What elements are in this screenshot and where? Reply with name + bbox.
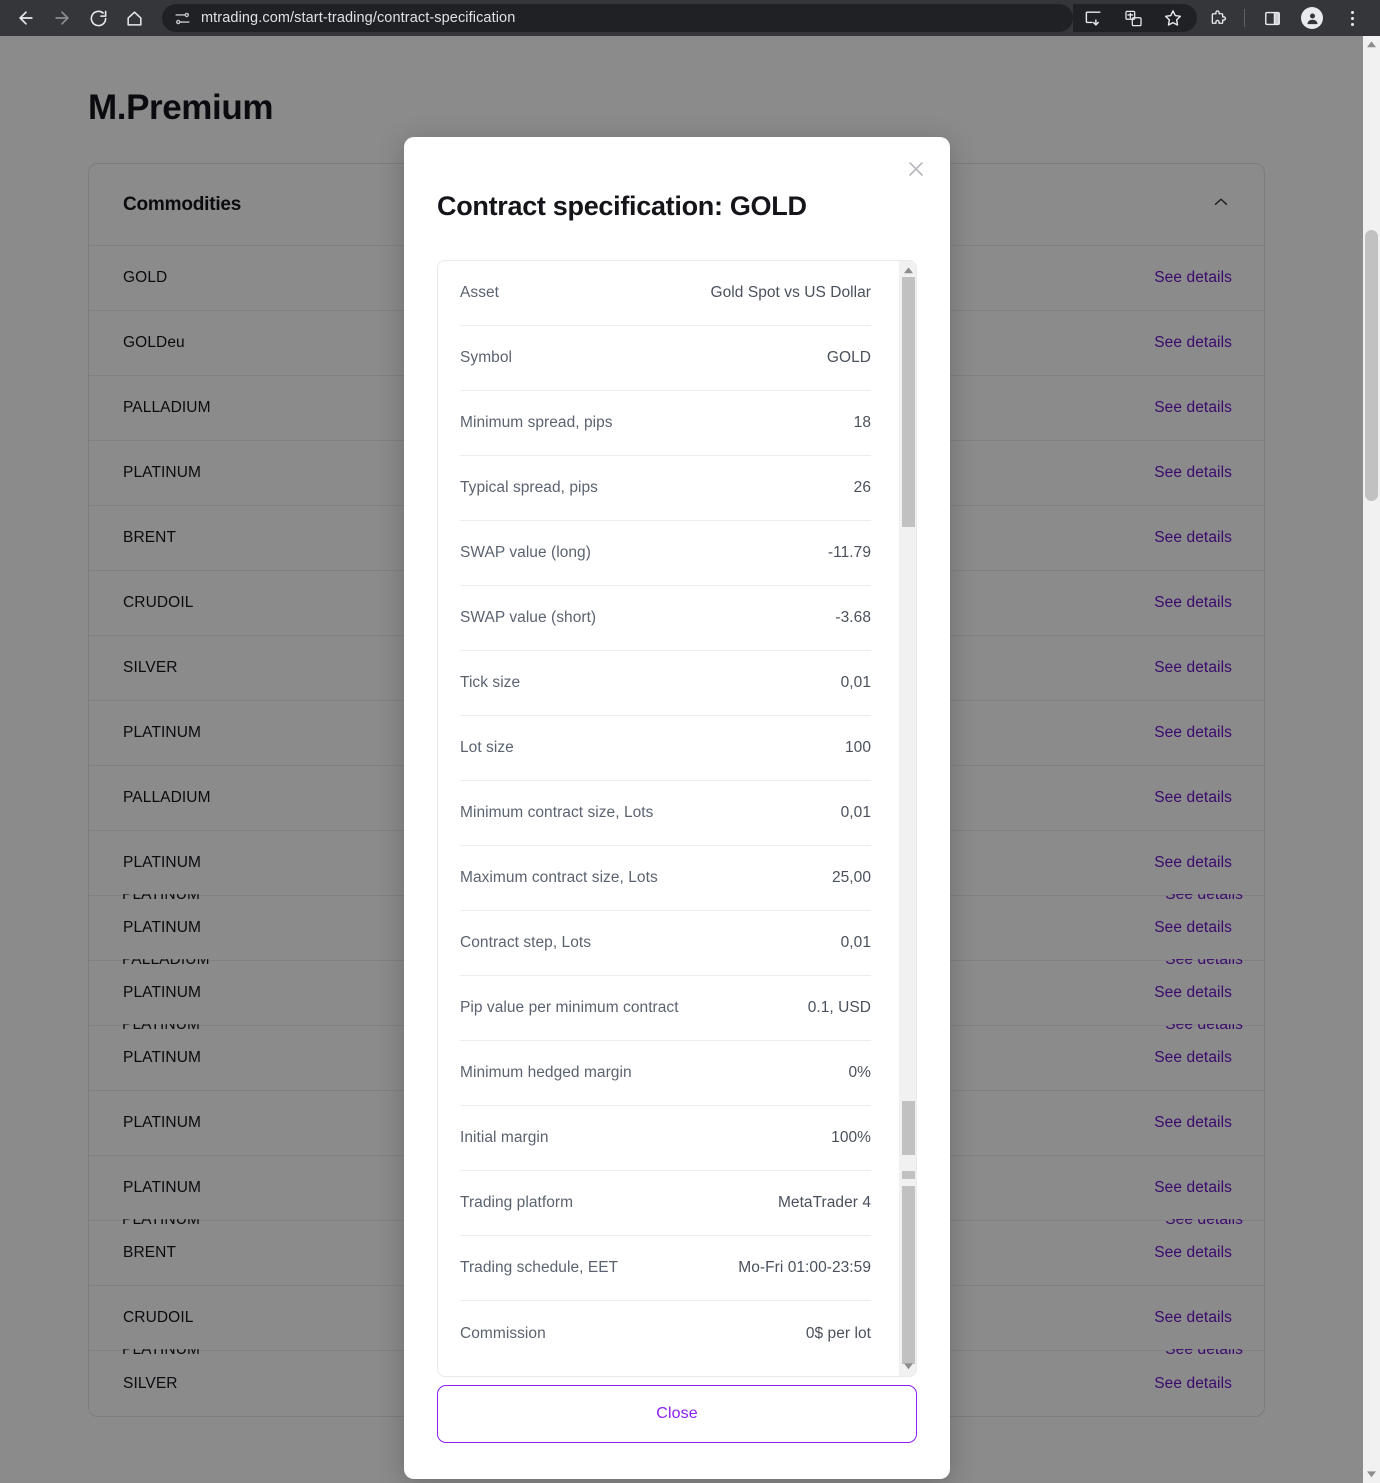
spec-value: 0,01 <box>840 934 871 951</box>
spec-value: 0,01 <box>840 674 871 691</box>
profile-avatar-icon[interactable] <box>1297 3 1327 33</box>
side-panel-icon[interactable] <box>1257 3 1287 33</box>
scrollbar-thumb-ghost-a[interactable] <box>902 1101 915 1155</box>
spec-label: Contract step, Lots <box>460 934 592 951</box>
three-dot-menu-icon[interactable] <box>1337 3 1367 33</box>
spec-label: Symbol <box>460 349 512 366</box>
spec-label: Commission <box>460 1324 546 1342</box>
spec-value: 26 <box>853 479 871 496</box>
forward-arrow-icon[interactable] <box>47 3 77 33</box>
spec-label: Minimum contract size, Lots <box>460 804 654 821</box>
modal-title: Contract specification: GOLD <box>437 191 807 221</box>
spec-value: 0% <box>848 1064 871 1081</box>
spec-label: Maximum contract size, Lots <box>460 869 658 886</box>
spec-row: Pip value per minimum contract 0.1, USD <box>460 976 871 1041</box>
spec-value: -3.68 <box>835 609 871 626</box>
page-scroll-down-icon[interactable] <box>1363 1466 1380 1483</box>
page-scroll-up-icon[interactable] <box>1363 36 1380 53</box>
scrollbar-thumb-ghost-b[interactable] <box>902 1171 915 1179</box>
page-viewport: M.Premium Commodities GOLD See details GOL… <box>0 36 1363 1483</box>
spec-row: Trading platform MetaTrader 4 <box>460 1171 871 1236</box>
scroll-down-arrow-icon[interactable] <box>900 1359 916 1374</box>
scroll-up-arrow-icon[interactable] <box>900 263 916 278</box>
address-bar[interactable]: mtrading.com/start-trading/contract-spec… <box>162 4 1073 32</box>
spec-label: Trading schedule, EET <box>460 1259 619 1276</box>
specification-rows: Asset Gold Spot vs US Dollar Symbol GOLD Min… <box>438 261 893 1366</box>
spec-label: Lot size <box>460 739 514 756</box>
specification-scrollbar[interactable] <box>899 261 916 1376</box>
back-arrow-icon[interactable] <box>11 3 41 33</box>
spec-row: SWAP value (short) -3.68 <box>460 586 871 651</box>
spec-row: Symbol GOLD <box>460 326 871 391</box>
spec-row: Typical spread, pips 26 <box>460 456 871 521</box>
contract-specification-modal: Contract specification: GOLD Asset Gold S… <box>404 137 950 1479</box>
spec-value: Mo-Fri 01:00-23:59 <box>738 1259 871 1276</box>
spec-label: SWAP value (long) <box>460 544 591 561</box>
spec-value: 25,00 <box>831 869 871 886</box>
spec-value: -11.79 <box>827 544 871 561</box>
spec-row: Minimum contract size, Lots 0,01 <box>460 781 871 846</box>
url-text: mtrading.com/start-trading/contract-spec… <box>201 10 516 26</box>
spec-label: Tick size <box>460 674 521 691</box>
spec-value: 100 <box>844 739 871 756</box>
spec-label: SWAP value (short) <box>460 609 597 626</box>
spec-row: SWAP value (long) -11.79 <box>460 521 871 586</box>
toolbar-divider <box>1244 9 1245 27</box>
site-settings-icon[interactable] <box>174 10 191 27</box>
install-app-icon[interactable] <box>1078 3 1108 33</box>
spec-row: Minimum spread, pips 18 <box>460 391 871 456</box>
spec-value: MetaTrader 4 <box>777 1194 871 1211</box>
page-scrollbar-thumb[interactable] <box>1365 230 1378 501</box>
close-button[interactable]: Close <box>437 1385 917 1443</box>
spec-row: Minimum hedged margin 0% <box>460 1041 871 1106</box>
spec-value: 0$ per lot <box>805 1324 871 1342</box>
spec-row: Initial margin 100% <box>460 1106 871 1171</box>
spec-row: Contract step, Lots 0,01 <box>460 911 871 976</box>
spec-value: Gold Spot vs US Dollar <box>710 284 871 301</box>
modal-footer: Close <box>404 1385 950 1479</box>
spec-row: Maximum contract size, Lots 25,00 <box>460 846 871 911</box>
spec-value: 0,01 <box>840 804 871 821</box>
browser-toolbar: mtrading.com/start-trading/contract-spec… <box>0 0 1380 36</box>
extensions-puzzle-icon[interactable] <box>1202 3 1232 33</box>
spec-label: Trading platform <box>460 1194 574 1211</box>
home-icon[interactable] <box>119 3 149 33</box>
spec-label: Asset <box>460 284 500 301</box>
page-scrollbar[interactable] <box>1363 36 1380 1483</box>
specification-table: Asset Gold Spot vs US Dollar Symbol GOLD Min… <box>437 260 917 1377</box>
spec-row: Asset Gold Spot vs US Dollar <box>460 261 871 326</box>
spec-label: Minimum spread, pips <box>460 414 613 431</box>
spec-label: Typical spread, pips <box>460 479 598 496</box>
spec-value: 100% <box>831 1129 871 1146</box>
spec-label: Minimum hedged margin <box>460 1064 632 1081</box>
star-icon[interactable] <box>1158 3 1188 33</box>
translate-icon[interactable] <box>1118 3 1148 33</box>
scrollbar-thumb-ghost-c[interactable] <box>902 1186 915 1364</box>
spec-row: Tick size 0,01 <box>460 651 871 716</box>
toolbar-actions <box>1073 0 1372 36</box>
spec-value: 0.1, USD <box>807 999 871 1016</box>
spec-value: 18 <box>853 414 871 431</box>
scrollbar-thumb[interactable] <box>902 277 915 527</box>
reload-icon[interactable] <box>83 3 113 33</box>
spec-row: Commission 0$ per lot <box>460 1301 871 1366</box>
close-x-icon[interactable] <box>900 153 932 185</box>
spec-label: Pip value per minimum contract <box>460 999 679 1016</box>
spec-row: Trading schedule, EET Mo-Fri 01:00-23:59 <box>460 1236 871 1301</box>
spec-value: GOLD <box>826 349 871 366</box>
spec-row: Lot size 100 <box>460 716 871 781</box>
spec-label: Initial margin <box>460 1129 549 1146</box>
